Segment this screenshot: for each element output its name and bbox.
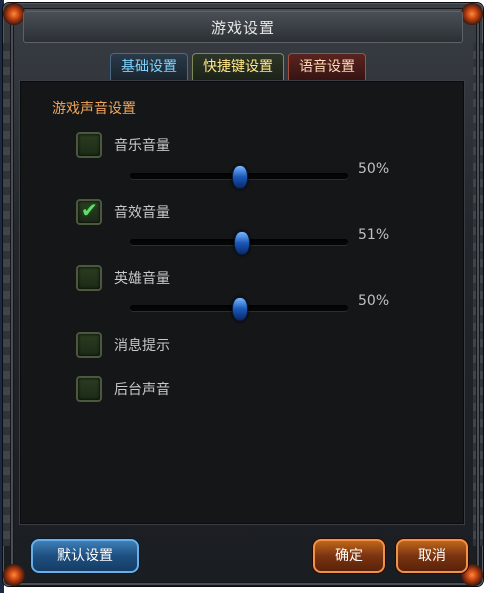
sfx-volume-checkbox[interactable]: ✔ — [76, 199, 102, 225]
window-title: 游戏设置 — [210, 19, 275, 37]
notify-checkbox[interactable] — [76, 332, 102, 358]
sfx-volume-row: ✔ 音效音量 — [76, 199, 170, 225]
hero-volume-thumb[interactable] — [232, 297, 248, 321]
corner-ornament-icon — [3, 564, 25, 586]
music-volume-slider[interactable] — [130, 165, 348, 189]
sfx-volume-value: 51% — [358, 227, 390, 243]
background-sound-checkbox[interactable] — [76, 376, 102, 402]
settings-window: 游戏设置 基础设置 快捷键设置 语音设置 游戏声音设置 音乐音量 50% ✔ 音… — [3, 3, 483, 586]
hero-volume-label: 英雄音量 — [114, 271, 170, 287]
music-volume-row: 音乐音量 — [76, 132, 170, 158]
tab-audio-settings[interactable]: 语音设置 — [288, 53, 366, 80]
sfx-volume-label: 音效音量 — [114, 205, 170, 221]
hero-volume-row: 英雄音量 — [76, 265, 170, 291]
background-sound-label: 后台声音 — [114, 382, 170, 398]
notify-row: 消息提示 — [76, 332, 170, 358]
music-volume-label: 音乐音量 — [114, 138, 170, 154]
music-volume-checkbox[interactable] — [76, 132, 102, 158]
background-sound-row: 后台声音 — [76, 376, 170, 402]
notify-label: 消息提示 — [114, 338, 170, 354]
default-settings-button[interactable]: 默认设置 — [31, 539, 139, 573]
frame-decoration-right — [473, 43, 483, 546]
music-volume-thumb[interactable] — [232, 165, 248, 189]
tab-bar: 基础设置 快捷键设置 语音设置 — [110, 53, 366, 80]
section-title: 游戏声音设置 — [52, 101, 136, 117]
music-volume-value: 50% — [358, 161, 390, 177]
tab-hotkey-settings[interactable]: 快捷键设置 — [192, 53, 284, 80]
hero-volume-checkbox[interactable] — [76, 265, 102, 291]
frame-decoration-left — [3, 43, 13, 546]
cancel-button[interactable]: 取消 — [396, 539, 468, 573]
hero-volume-value: 50% — [358, 293, 390, 309]
sfx-volume-thumb[interactable] — [234, 231, 251, 255]
settings-panel: 游戏声音设置 音乐音量 50% ✔ 音效音量 51% 英雄音量 50% 消息提示… — [19, 80, 465, 525]
hero-volume-slider[interactable] — [130, 297, 348, 321]
confirm-button[interactable]: 确定 — [313, 539, 385, 573]
tab-basic-settings[interactable]: 基础设置 — [110, 53, 188, 80]
checkmark-icon: ✔ — [81, 198, 98, 222]
sfx-volume-slider[interactable] — [130, 231, 348, 255]
